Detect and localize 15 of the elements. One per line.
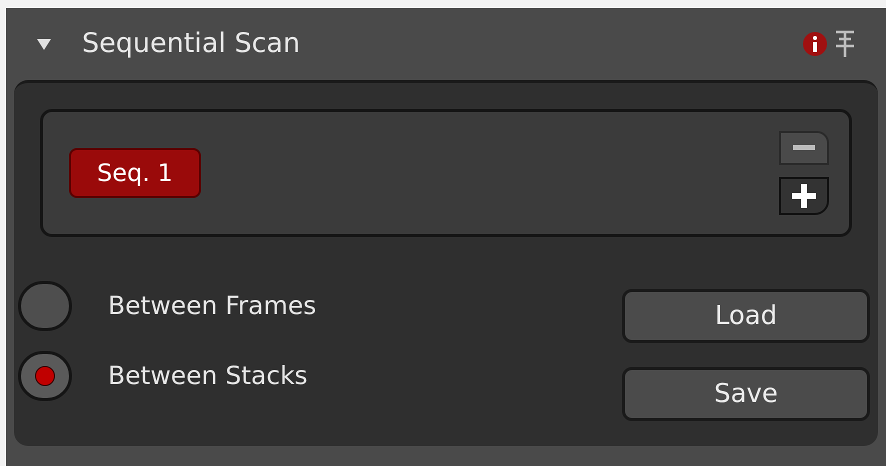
minus-icon <box>793 145 815 151</box>
radio-label: Between Frames <box>108 290 316 322</box>
add-sequence-button[interactable] <box>779 177 829 215</box>
action-button[interactable]: Load <box>622 289 870 343</box>
pin-icon[interactable] <box>834 29 856 59</box>
radio-label: Between Stacks <box>108 360 308 392</box>
action-button[interactable]: Save <box>622 367 870 421</box>
sequence-tab[interactable]: Seq. 1 <box>69 148 201 198</box>
collapse-caret-icon[interactable] <box>36 37 52 51</box>
radio-button[interactable] <box>18 281 72 331</box>
panel-title: Sequential Scan <box>82 26 300 61</box>
remove-sequence-button[interactable] <box>779 131 829 165</box>
radio-button[interactable] <box>18 351 72 401</box>
info-icon[interactable] <box>802 31 828 57</box>
plus-icon <box>792 184 816 208</box>
